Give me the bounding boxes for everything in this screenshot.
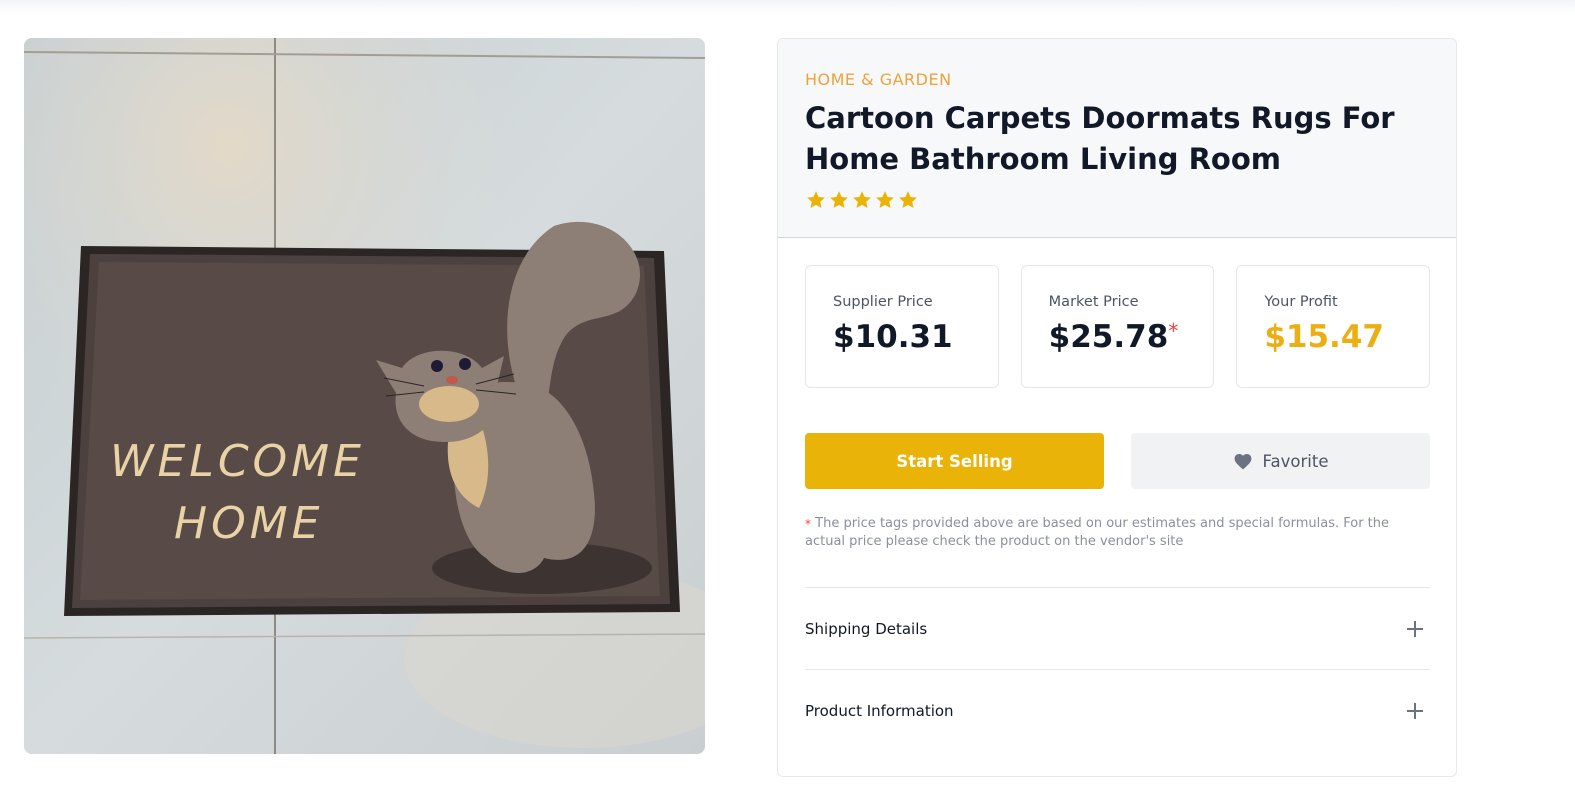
market-price-value: $25.78: [1048, 319, 1169, 355]
favorite-button[interactable]: Favorite: [1131, 433, 1430, 489]
accordion-product-information[interactable]: Product Information: [805, 669, 1430, 751]
price-boxes: Supplier Price $10.31 Market Price $25.7…: [805, 265, 1431, 388]
disclaimer-marker: *: [805, 517, 811, 531]
product-header: HOME & GARDEN Cartoon Carpets Doormats R…: [778, 39, 1456, 238]
profit-label: Your Profit: [1264, 294, 1338, 310]
market-price-row: $25.78*: [1049, 319, 1187, 355]
star-icon: [899, 191, 917, 208]
plus-icon[interactable]: [1406, 702, 1424, 720]
profit-box: Your Profit $15.47: [1236, 265, 1431, 388]
mat-text-line2: HOME: [174, 498, 323, 549]
product-image: WELCOME HOME: [24, 38, 705, 754]
plus-icon[interactable]: [1406, 620, 1424, 638]
favorite-label: Favorite: [1262, 451, 1329, 471]
rating-stars: [805, 189, 1429, 211]
disclaimer-text: The price tags provided above are based …: [805, 516, 1390, 549]
supplier-price-label: Supplier Price: [833, 294, 933, 310]
top-bar: [0, 0, 1575, 14]
star-icon: [807, 191, 825, 208]
star-icon: [830, 191, 848, 208]
star-icon: [853, 191, 871, 208]
supplier-price-box: Supplier Price $10.31: [805, 265, 999, 388]
action-buttons: Start Selling Favorite: [805, 433, 1430, 489]
accordion-label: Shipping Details: [805, 619, 928, 638]
market-price-box: Market Price $25.78*: [1020, 265, 1215, 388]
price-disclaimer: * The price tags provided above are base…: [805, 515, 1430, 551]
product-category[interactable]: HOME & GARDEN: [805, 70, 1429, 89]
heart-icon: [1234, 454, 1251, 470]
product-details-card: HOME & GARDEN Cartoon Carpets Doormats R…: [777, 38, 1457, 777]
market-price-label: Market Price: [1048, 294, 1139, 310]
mat-text-line1: WELCOME: [110, 436, 365, 487]
market-price-marker: *: [1168, 319, 1179, 343]
profit-value: $15.47: [1264, 319, 1384, 355]
supplier-price-value: $10.31: [833, 319, 953, 355]
product-title: Cartoon Carpets Doormats Rugs For Home B…: [805, 101, 1395, 176]
accordion-label: Product Information: [805, 701, 954, 720]
accordion-shipping-details[interactable]: Shipping Details: [805, 587, 1430, 669]
star-icon: [876, 191, 894, 208]
start-selling-button[interactable]: Start Selling: [805, 433, 1104, 489]
